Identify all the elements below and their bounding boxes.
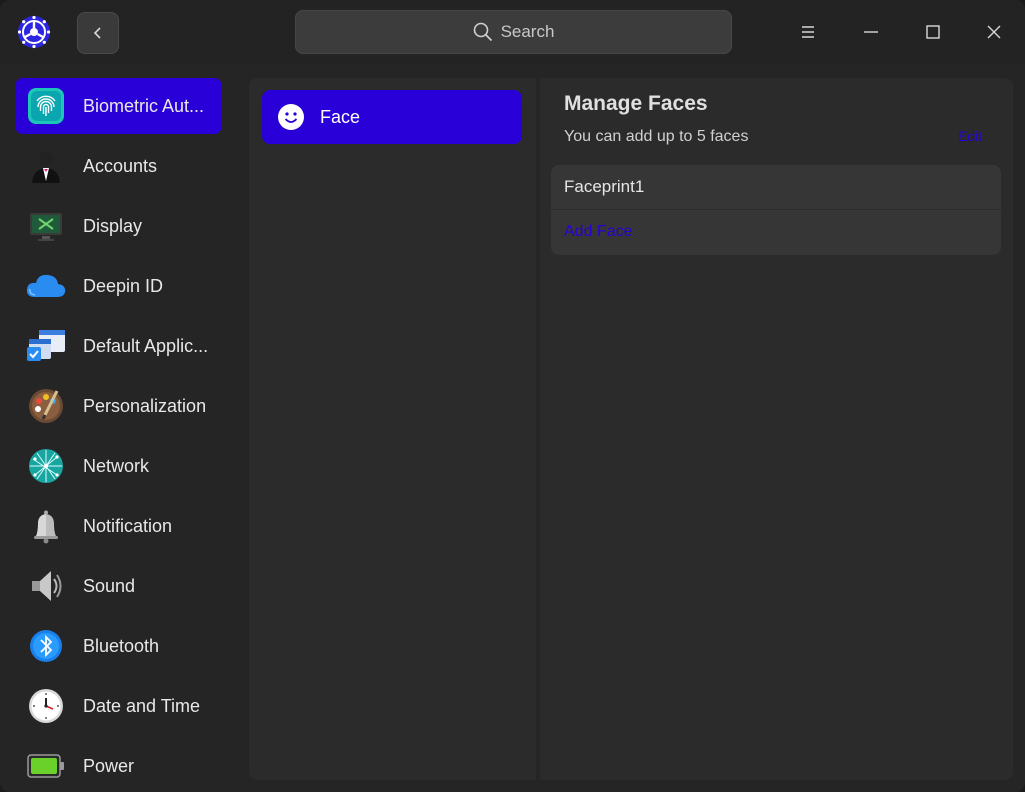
sidebar-item-label: Biometric Aut...: [83, 95, 205, 116]
default-apps-icon: [25, 325, 67, 367]
sidebar-item-notification[interactable]: Notification: [15, 498, 222, 554]
maximize-button[interactable]: [918, 16, 948, 48]
bell-icon: [25, 505, 67, 547]
sidebar-item-label: Power: [83, 755, 135, 776]
sidebar-item-label: Bluetooth: [83, 635, 160, 656]
sidebar-item-bluetooth[interactable]: Bluetooth: [15, 618, 222, 674]
manage-faces-panel: Manage Faces You can add up to 5 faces E…: [540, 78, 1013, 780]
sidebar-item-label: Accounts: [83, 155, 158, 176]
control-center-logo-icon: [17, 15, 51, 49]
smiley-face-icon: [278, 104, 304, 130]
battery-icon: [25, 745, 67, 787]
sidebar-item-label: Network: [83, 455, 150, 476]
sidebar-item-label: Sound: [83, 575, 136, 596]
sidebar-item-default-applications[interactable]: Default Applic...: [15, 318, 222, 374]
clock-icon: [25, 685, 67, 727]
search-input[interactable]: Search: [295, 10, 732, 54]
menu-button[interactable]: [793, 16, 823, 48]
maximize-icon: [926, 25, 940, 39]
network-icon: [25, 445, 67, 487]
sidebar-item-label: Date and Time: [83, 695, 201, 716]
minimize-button[interactable]: [856, 16, 886, 48]
speaker-icon: [25, 565, 67, 607]
sidebar-item-label: Display: [83, 215, 143, 236]
sidebar-item-sound[interactable]: Sound: [15, 558, 222, 614]
search-placeholder: Search: [500, 22, 555, 41]
page-title: Manage Faces: [564, 92, 708, 115]
biometric-type-list: Face: [249, 78, 536, 780]
sidebar-item-label: Personalization: [83, 395, 207, 416]
faces-list: Faceprint1 Add Face: [551, 165, 1001, 255]
close-icon: [987, 25, 1001, 39]
sidebar-item-label: Deepin ID: [83, 275, 164, 296]
edit-button[interactable]: Edit: [958, 128, 982, 144]
palette-icon: [25, 385, 67, 427]
accounts-icon: [25, 145, 67, 187]
back-button[interactable]: [77, 12, 119, 54]
sidebar: Biometric Aut... Accounts Display Deepin…: [0, 64, 235, 792]
sidebar-item-biometric-authentication[interactable]: Biometric Aut...: [15, 78, 222, 134]
bluetooth-icon: [25, 625, 67, 667]
faceprint-name: Faceprint1: [564, 177, 645, 196]
sidebar-item-network[interactable]: Network: [15, 438, 222, 494]
display-icon: [25, 205, 67, 247]
chevron-left-icon: [93, 27, 101, 39]
fingerprint-icon: [25, 85, 67, 127]
hamburger-menu-icon: [802, 26, 814, 38]
sidebar-item-label: Default Applic...: [83, 335, 209, 356]
close-button[interactable]: [979, 16, 1009, 48]
settings-window: Search Biometric Aut... Accounts Display…: [0, 0, 1025, 792]
sidebar-item-date-and-time[interactable]: Date and Time: [15, 678, 222, 734]
page-subtitle: You can add up to 5 faces: [564, 128, 749, 145]
biometric-item-face[interactable]: Face: [262, 90, 522, 144]
sidebar-item-deepin-id[interactable]: Deepin ID: [15, 258, 222, 314]
sidebar-item-display[interactable]: Display: [15, 198, 222, 254]
sidebar-item-accounts[interactable]: Accounts: [15, 138, 222, 194]
minimize-icon: [864, 31, 878, 33]
search-icon: [473, 22, 492, 42]
sidebar-item-label: Notification: [83, 515, 173, 536]
cloud-icon: [25, 265, 67, 307]
titlebar: Search: [0, 0, 1025, 64]
sidebar-item-power[interactable]: Power: [15, 738, 222, 792]
sidebar-item-personalization[interactable]: Personalization: [15, 378, 222, 434]
list-item-faceprint[interactable]: Faceprint1: [551, 165, 1001, 210]
biometric-item-label: Face: [320, 106, 361, 127]
add-face-button[interactable]: Add Face: [564, 223, 632, 241]
